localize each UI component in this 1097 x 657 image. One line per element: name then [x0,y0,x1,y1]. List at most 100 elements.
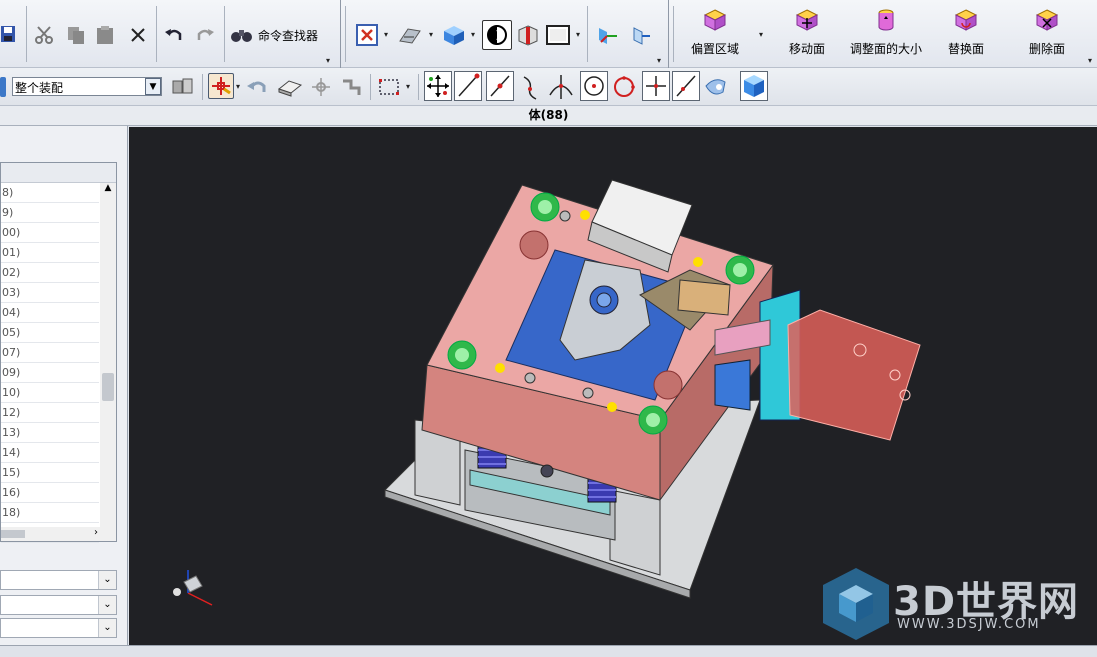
arc-center-icon [584,76,604,96]
bounded-grid-button[interactable] [740,71,768,101]
delete-face-button[interactable]: 删除面 [1012,6,1082,60]
delete-button[interactable] [126,22,150,48]
point-on-face-button[interactable] [702,72,730,102]
paste-button[interactable] [94,22,118,48]
tree-row[interactable]: 01) [1,243,99,263]
binoculars-icon [231,30,252,42]
hscroll-thumb[interactable] [1,530,25,538]
offset-region-button[interactable]: 偏置区域 [680,6,750,60]
tree-row[interactable]: 13) [1,423,99,443]
section-view-button[interactable] [514,22,542,48]
graphics-viewport[interactable]: 3D世界网 WWW.3DSJW.COM [129,127,1097,645]
snap-point-icon [212,77,231,95]
tree-row[interactable]: 16) [1,483,99,503]
tree-row[interactable]: 04) [1,303,99,323]
tree-header [1,163,116,183]
toolbar-overflow-dropdown[interactable]: ▾ [326,56,330,65]
orient-view-button[interactable] [396,22,424,48]
command-finder-button[interactable]: 命令查找器 [230,22,326,48]
selection-toolbar: 整个装配 ▼ ▾ ▾ [0,68,1097,106]
snap-point-dropdown[interactable]: ▾ [236,82,240,91]
quadrant-point-button[interactable] [610,72,638,102]
existing-point-button[interactable] [642,71,670,101]
assembly-nav-button[interactable] [338,75,364,99]
resize-face-icon [878,9,894,31]
axis-triad [173,570,213,606]
orient-view-dropdown[interactable]: ▾ [429,30,433,39]
arc-center-button[interactable] [580,71,608,101]
snap-grid-icon [312,78,330,96]
snap-grid-button[interactable] [308,75,334,99]
intersection-button[interactable] [547,72,575,102]
control-point-button[interactable] [516,72,544,102]
select-faces-button[interactable] [276,75,304,99]
selection-scope-select[interactable]: 整个装配 ▼ [12,77,162,96]
navigator-tree[interactable]: 8) 9) 00) 01) 02) 03) 04) 05) 07) 09) 10) 12) 13) 14)… [0,162,117,543]
rectangle-select-button[interactable] [376,75,402,99]
tree-row[interactable]: 18) [1,503,99,523]
tree-row[interactable]: 14) [1,443,99,463]
main-toolbar: 命令查找器 ▾ ▾ ▾ ▾ ▾ ▾ 偏置区域 ▾ 移动面 调整面的大小 替换面 … [0,0,1097,68]
wcs-orient-icon [633,27,650,45]
snap-point-button[interactable] [208,73,234,99]
type-filter-button[interactable] [0,77,6,97]
preview-panel-toggle[interactable]: ⌄ [0,618,117,638]
save-button[interactable] [0,22,18,46]
tree-row[interactable]: 09) [1,363,99,383]
chevron-down-icon: ⌄ [98,619,116,637]
render-style-button[interactable] [440,22,468,48]
wcs-overflow-dropdown[interactable]: ▾ [657,56,661,65]
rectangle-select-dropdown[interactable]: ▾ [406,82,410,91]
wcs-orient-button[interactable] [626,22,654,48]
end-point-button[interactable] [454,71,482,101]
resize-face-button[interactable]: 调整面的大小 [846,6,926,60]
move-face-button[interactable]: 移动面 [772,6,842,60]
copy-button[interactable] [64,22,88,48]
tree-row[interactable]: 00) [1,223,99,243]
component-filter-button[interactable] [170,75,196,99]
tree-row[interactable]: 12) [1,403,99,423]
snap-all-icon [427,75,449,97]
ribbon-overflow-dropdown[interactable]: ▾ [1088,56,1092,65]
scroll-right-arrow[interactable]: › [94,527,98,538]
existing-point-icon [646,76,666,96]
fit-view-button[interactable] [354,22,380,48]
offset-region-icon [703,9,727,31]
undo-icon [165,29,182,40]
scroll-thumb[interactable] [102,373,114,401]
mid-point-button[interactable] [486,71,514,101]
tree-vertical-scrollbar[interactable]: ▲ ▼ [100,183,116,541]
tree-horizontal-scrollbar[interactable]: › [1,527,116,541]
watermark-url: WWW.3DSJW.COM [897,617,1041,632]
tree-row[interactable]: 03) [1,283,99,303]
point-on-curve-button[interactable] [672,71,700,101]
tree-row[interactable]: 15) [1,463,99,483]
background-button[interactable] [544,22,572,48]
background-dropdown[interactable]: ▾ [576,30,580,39]
offset-region-dropdown[interactable]: ▾ [759,30,763,39]
redo-button[interactable] [193,22,217,48]
scroll-up-arrow[interactable]: ▲ [100,183,116,197]
status-bar [0,645,1097,657]
edge-display-icon [487,25,507,45]
wcs-button[interactable] [593,22,621,48]
paste-icon [97,26,113,44]
rectangle-select-icon [379,79,399,95]
render-style-dropdown[interactable]: ▾ [471,30,475,39]
cut-button[interactable] [32,22,56,48]
undo-selection-button[interactable] [244,75,270,99]
dependencies-panel-toggle[interactable]: ⌄ [0,570,117,590]
tree-row[interactable]: 02) [1,263,99,283]
tree-row[interactable]: 9) [1,203,99,223]
edge-display-button[interactable] [482,20,512,50]
tree-row[interactable]: 07) [1,343,99,363]
tree-row[interactable]: 8) [1,183,99,203]
replace-face-button[interactable]: 替换面 [931,6,1001,60]
snap-all-button[interactable] [424,71,452,101]
control-point-icon [523,76,537,100]
fit-view-dropdown[interactable]: ▾ [384,30,388,39]
details-panel-toggle[interactable]: ⌄ [0,595,117,615]
tree-row[interactable]: 05) [1,323,99,343]
undo-button[interactable] [162,22,186,48]
tree-row[interactable]: 10) [1,383,99,403]
